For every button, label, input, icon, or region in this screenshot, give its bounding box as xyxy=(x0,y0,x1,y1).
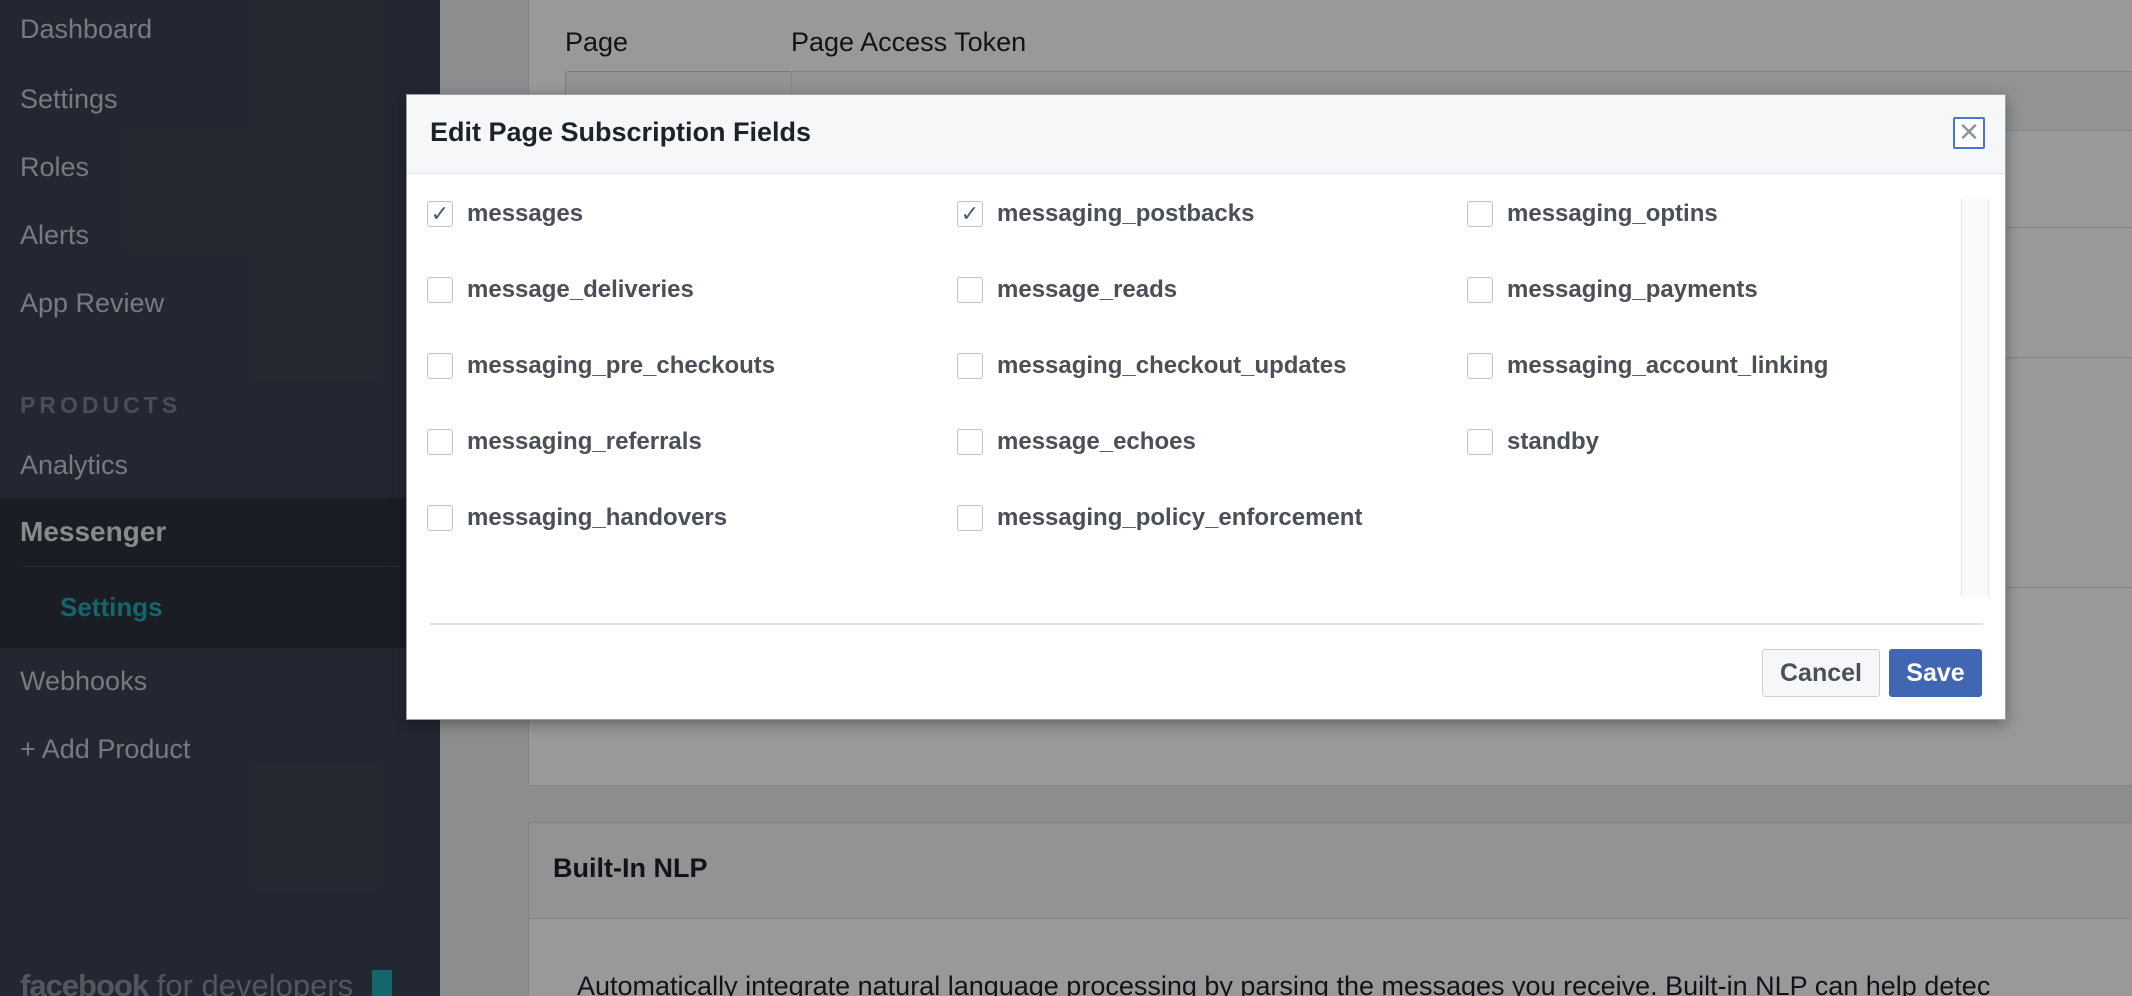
save-button[interactable]: Save xyxy=(1889,649,1982,697)
field-label: message_reads xyxy=(997,276,1178,303)
field-label: message_echoes xyxy=(997,428,1196,455)
field-standby[interactable]: standby xyxy=(1467,428,1599,456)
field-message-reads[interactable]: message_reads xyxy=(957,276,1177,304)
field-label: messaging_payments xyxy=(1507,276,1758,303)
field-label: messaging_pre_checkouts xyxy=(467,352,776,379)
checkbox[interactable] xyxy=(1467,353,1493,379)
checkbox[interactable] xyxy=(957,505,983,531)
field-label: messaging_account_linking xyxy=(1507,352,1829,379)
checkbox[interactable]: ✓ xyxy=(957,201,983,227)
dialog-header: Edit Page Subscription Fields ✕ xyxy=(407,95,2005,174)
field-label: standby xyxy=(1507,428,1600,455)
checkbox[interactable] xyxy=(1467,277,1493,303)
field-label: messages xyxy=(467,200,584,227)
fields-scrollbar[interactable] xyxy=(1961,199,1989,597)
close-icon[interactable]: ✕ xyxy=(1953,117,1985,149)
checkbox[interactable] xyxy=(1467,429,1493,455)
field-label: messaging_handovers xyxy=(467,504,728,531)
field-messaging-policy-enforcement[interactable]: messaging_policy_enforcement xyxy=(957,504,1362,532)
checkbox[interactable] xyxy=(427,505,453,531)
checkbox[interactable] xyxy=(427,277,453,303)
checkbox[interactable] xyxy=(1467,201,1493,227)
field-label: messaging_optins xyxy=(1507,200,1718,227)
field-messaging-payments[interactable]: messaging_payments xyxy=(1467,276,1758,304)
field-label: message_deliveries xyxy=(467,276,694,303)
field-messaging-optins[interactable]: messaging_optins xyxy=(1467,200,1718,228)
dialog-title: Edit Page Subscription Fields xyxy=(430,117,812,147)
field-messaging-pre-checkouts[interactable]: messaging_pre_checkouts xyxy=(427,352,775,380)
field-message-echoes[interactable]: message_echoes xyxy=(957,428,1196,456)
field-messaging-account-linking[interactable]: messaging_account_linking xyxy=(1467,352,1828,380)
field-label: messaging_policy_enforcement xyxy=(997,504,1363,531)
field-messaging-referrals[interactable]: messaging_referrals xyxy=(427,428,702,456)
field-messaging-postbacks[interactable]: ✓ messaging_postbacks xyxy=(957,200,1254,228)
checkbox[interactable]: ✓ xyxy=(427,201,453,227)
edit-subscription-fields-dialog: Edit Page Subscription Fields ✕ ✓ messag… xyxy=(406,94,2006,720)
checkbox[interactable] xyxy=(957,353,983,379)
field-label: messaging_checkout_updates xyxy=(997,352,1347,379)
field-messages[interactable]: ✓ messages xyxy=(427,200,583,228)
checkbox[interactable] xyxy=(427,429,453,455)
field-message-deliveries[interactable]: message_deliveries xyxy=(427,276,694,304)
checkbox[interactable] xyxy=(957,429,983,455)
field-messaging-handovers[interactable]: messaging_handovers xyxy=(427,504,727,532)
checkbox[interactable] xyxy=(427,353,453,379)
divider xyxy=(430,623,1983,625)
field-messaging-checkout-updates[interactable]: messaging_checkout_updates xyxy=(957,352,1346,380)
subscription-fields-list: ✓ messages ✓ messaging_postbacks messagi… xyxy=(427,200,1967,598)
field-label: messaging_postbacks xyxy=(997,200,1255,227)
checkbox[interactable] xyxy=(957,277,983,303)
field-label: messaging_referrals xyxy=(467,428,702,455)
cancel-button[interactable]: Cancel xyxy=(1762,649,1880,697)
